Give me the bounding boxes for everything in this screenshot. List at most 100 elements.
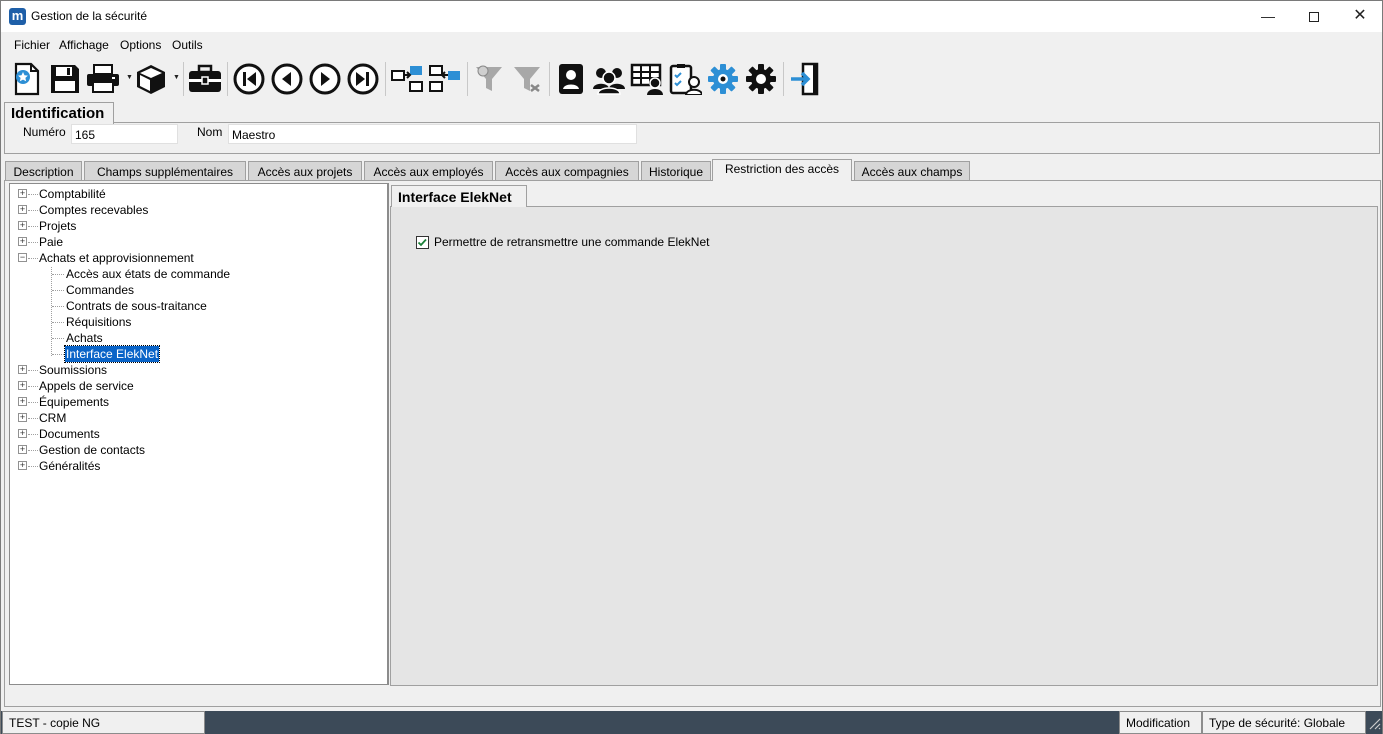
tab-acces-compagnies[interactable]: Accès aux compagnies: [495, 161, 639, 181]
expand-icon[interactable]: +: [18, 429, 27, 438]
briefcase-button[interactable]: [187, 60, 223, 98]
transfer-left-button[interactable]: [427, 60, 463, 98]
toolbar-separator: [783, 62, 784, 96]
exit-icon: [791, 62, 819, 96]
print-dropdown-icon[interactable]: ▼: [126, 74, 133, 81]
expand-icon[interactable]: +: [18, 381, 27, 390]
expand-icon[interactable]: +: [18, 445, 27, 454]
settings-button[interactable]: [743, 60, 779, 98]
tree-connector: [28, 386, 38, 387]
tree-connector: [52, 322, 64, 323]
maximize-button[interactable]: [1291, 1, 1337, 32]
expand-icon[interactable]: +: [18, 221, 27, 230]
tree-connector: [28, 242, 38, 243]
numero-field[interactable]: 165: [71, 124, 178, 144]
close-button[interactable]: ✕: [1337, 1, 1383, 32]
expand-icon[interactable]: +: [18, 205, 27, 214]
tab-description[interactable]: Description: [5, 161, 82, 181]
box-button[interactable]: [133, 60, 169, 98]
box-dropdown-icon[interactable]: ▼: [173, 74, 180, 81]
transfer-right-icon: [391, 66, 423, 92]
print-icon: [87, 64, 119, 93]
new-document-icon: [14, 62, 40, 96]
checklist-user-icon: [669, 64, 702, 95]
checklist-user-button[interactable]: [667, 60, 703, 98]
tab-acces-projets[interactable]: Accès aux projets: [248, 161, 362, 181]
tab-acces-champs[interactable]: Accès aux champs: [854, 161, 970, 181]
settings-icon: [746, 64, 776, 94]
next-record-icon: [309, 63, 341, 95]
tree-item-label: Commandes: [66, 283, 135, 297]
exit-button[interactable]: [787, 60, 823, 98]
menu-fichier[interactable]: Fichier: [14, 38, 50, 52]
users-group-button[interactable]: [591, 60, 627, 98]
access-tree[interactable]: + Comptabilité + Comptes recevables + Pr…: [9, 183, 389, 685]
tree-connector: [52, 354, 64, 355]
tree-item-label: Accès aux états de commande: [66, 267, 231, 281]
identification-tab: Identification: [4, 102, 114, 124]
tree-item-label: Achats et approvisionnement: [39, 251, 194, 265]
contact-book-button[interactable]: [553, 60, 589, 98]
expand-icon[interactable]: +: [18, 413, 27, 422]
tree-connector: [28, 226, 38, 227]
title-bar: m Gestion de la sécurité — ✕: [1, 1, 1382, 32]
print-button[interactable]: [85, 60, 121, 98]
tree-connector: [28, 258, 38, 259]
contact-book-icon: [559, 64, 583, 94]
save-icon: [51, 65, 79, 93]
new-document-button[interactable]: [9, 60, 45, 98]
tree-connector: [52, 274, 64, 275]
expand-icon[interactable]: +: [18, 365, 27, 374]
expand-icon[interactable]: +: [18, 237, 27, 246]
settings-blue-icon: [708, 64, 738, 94]
tree-item-label: Interface ElekNet: [63, 345, 161, 363]
transfer-right-button[interactable]: [389, 60, 425, 98]
tab-champs-supplementaires[interactable]: Champs supplémentaires: [84, 161, 246, 181]
toolbar-separator: [183, 62, 184, 96]
resize-grip-icon[interactable]: [1367, 716, 1381, 730]
tree-guide-line: [51, 267, 52, 356]
settings-blue-button[interactable]: [705, 60, 741, 98]
window-title: Gestion de la sécurité: [31, 9, 148, 23]
menu-outils[interactable]: Outils: [172, 38, 203, 52]
tree-connector: [28, 434, 38, 435]
menu-affichage[interactable]: Affichage: [59, 38, 109, 52]
next-record-button[interactable]: [307, 60, 343, 98]
clear-filter-button[interactable]: [509, 60, 545, 98]
toolbar-separator: [467, 62, 468, 96]
menu-options[interactable]: Options: [120, 38, 161, 52]
retransmit-option[interactable]: Permettre de retransmettre une commande …: [416, 235, 709, 249]
previous-record-button[interactable]: [269, 60, 305, 98]
nom-field[interactable]: Maestro: [228, 124, 637, 144]
tab-restriction-acces[interactable]: Restriction des accès: [712, 159, 852, 181]
detail-tab[interactable]: Interface ElekNet: [391, 185, 527, 207]
tree-connector: [28, 370, 38, 371]
minimize-button[interactable]: —: [1245, 1, 1291, 32]
collapse-icon[interactable]: −: [18, 253, 27, 262]
expand-icon[interactable]: +: [18, 189, 27, 198]
detail-area: Interface ElekNet Permettre de retransme…: [387, 183, 1378, 686]
maximize-icon: [1309, 12, 1319, 23]
first-record-button[interactable]: [231, 60, 267, 98]
grid-user-icon: [630, 63, 663, 95]
last-record-button[interactable]: [345, 60, 381, 98]
tree-connector: [52, 290, 64, 291]
filter-button[interactable]: [471, 60, 507, 98]
tree-item-label: Documents: [39, 427, 100, 441]
grid-user-button[interactable]: [629, 60, 665, 98]
status-bar: TEST - copie NG Modification Type de séc…: [1, 711, 1382, 734]
last-record-icon: [347, 63, 379, 95]
tree-connector: [52, 338, 64, 339]
toolbar-separator: [549, 62, 550, 96]
save-button[interactable]: [47, 60, 83, 98]
checkmark-icon: [417, 238, 427, 246]
tab-acces-employes[interactable]: Accès aux employés: [364, 161, 493, 181]
expand-icon[interactable]: +: [18, 397, 27, 406]
tree-item-label: Paie: [39, 235, 64, 249]
app-window: m Gestion de la sécurité — ✕ Fichier Aff…: [0, 0, 1383, 734]
tab-historique[interactable]: Historique: [641, 161, 711, 181]
retransmit-checkbox[interactable]: [416, 235, 429, 249]
tree-connector: [28, 194, 38, 195]
expand-icon[interactable]: +: [18, 461, 27, 470]
clear-filter-icon: [514, 67, 540, 92]
